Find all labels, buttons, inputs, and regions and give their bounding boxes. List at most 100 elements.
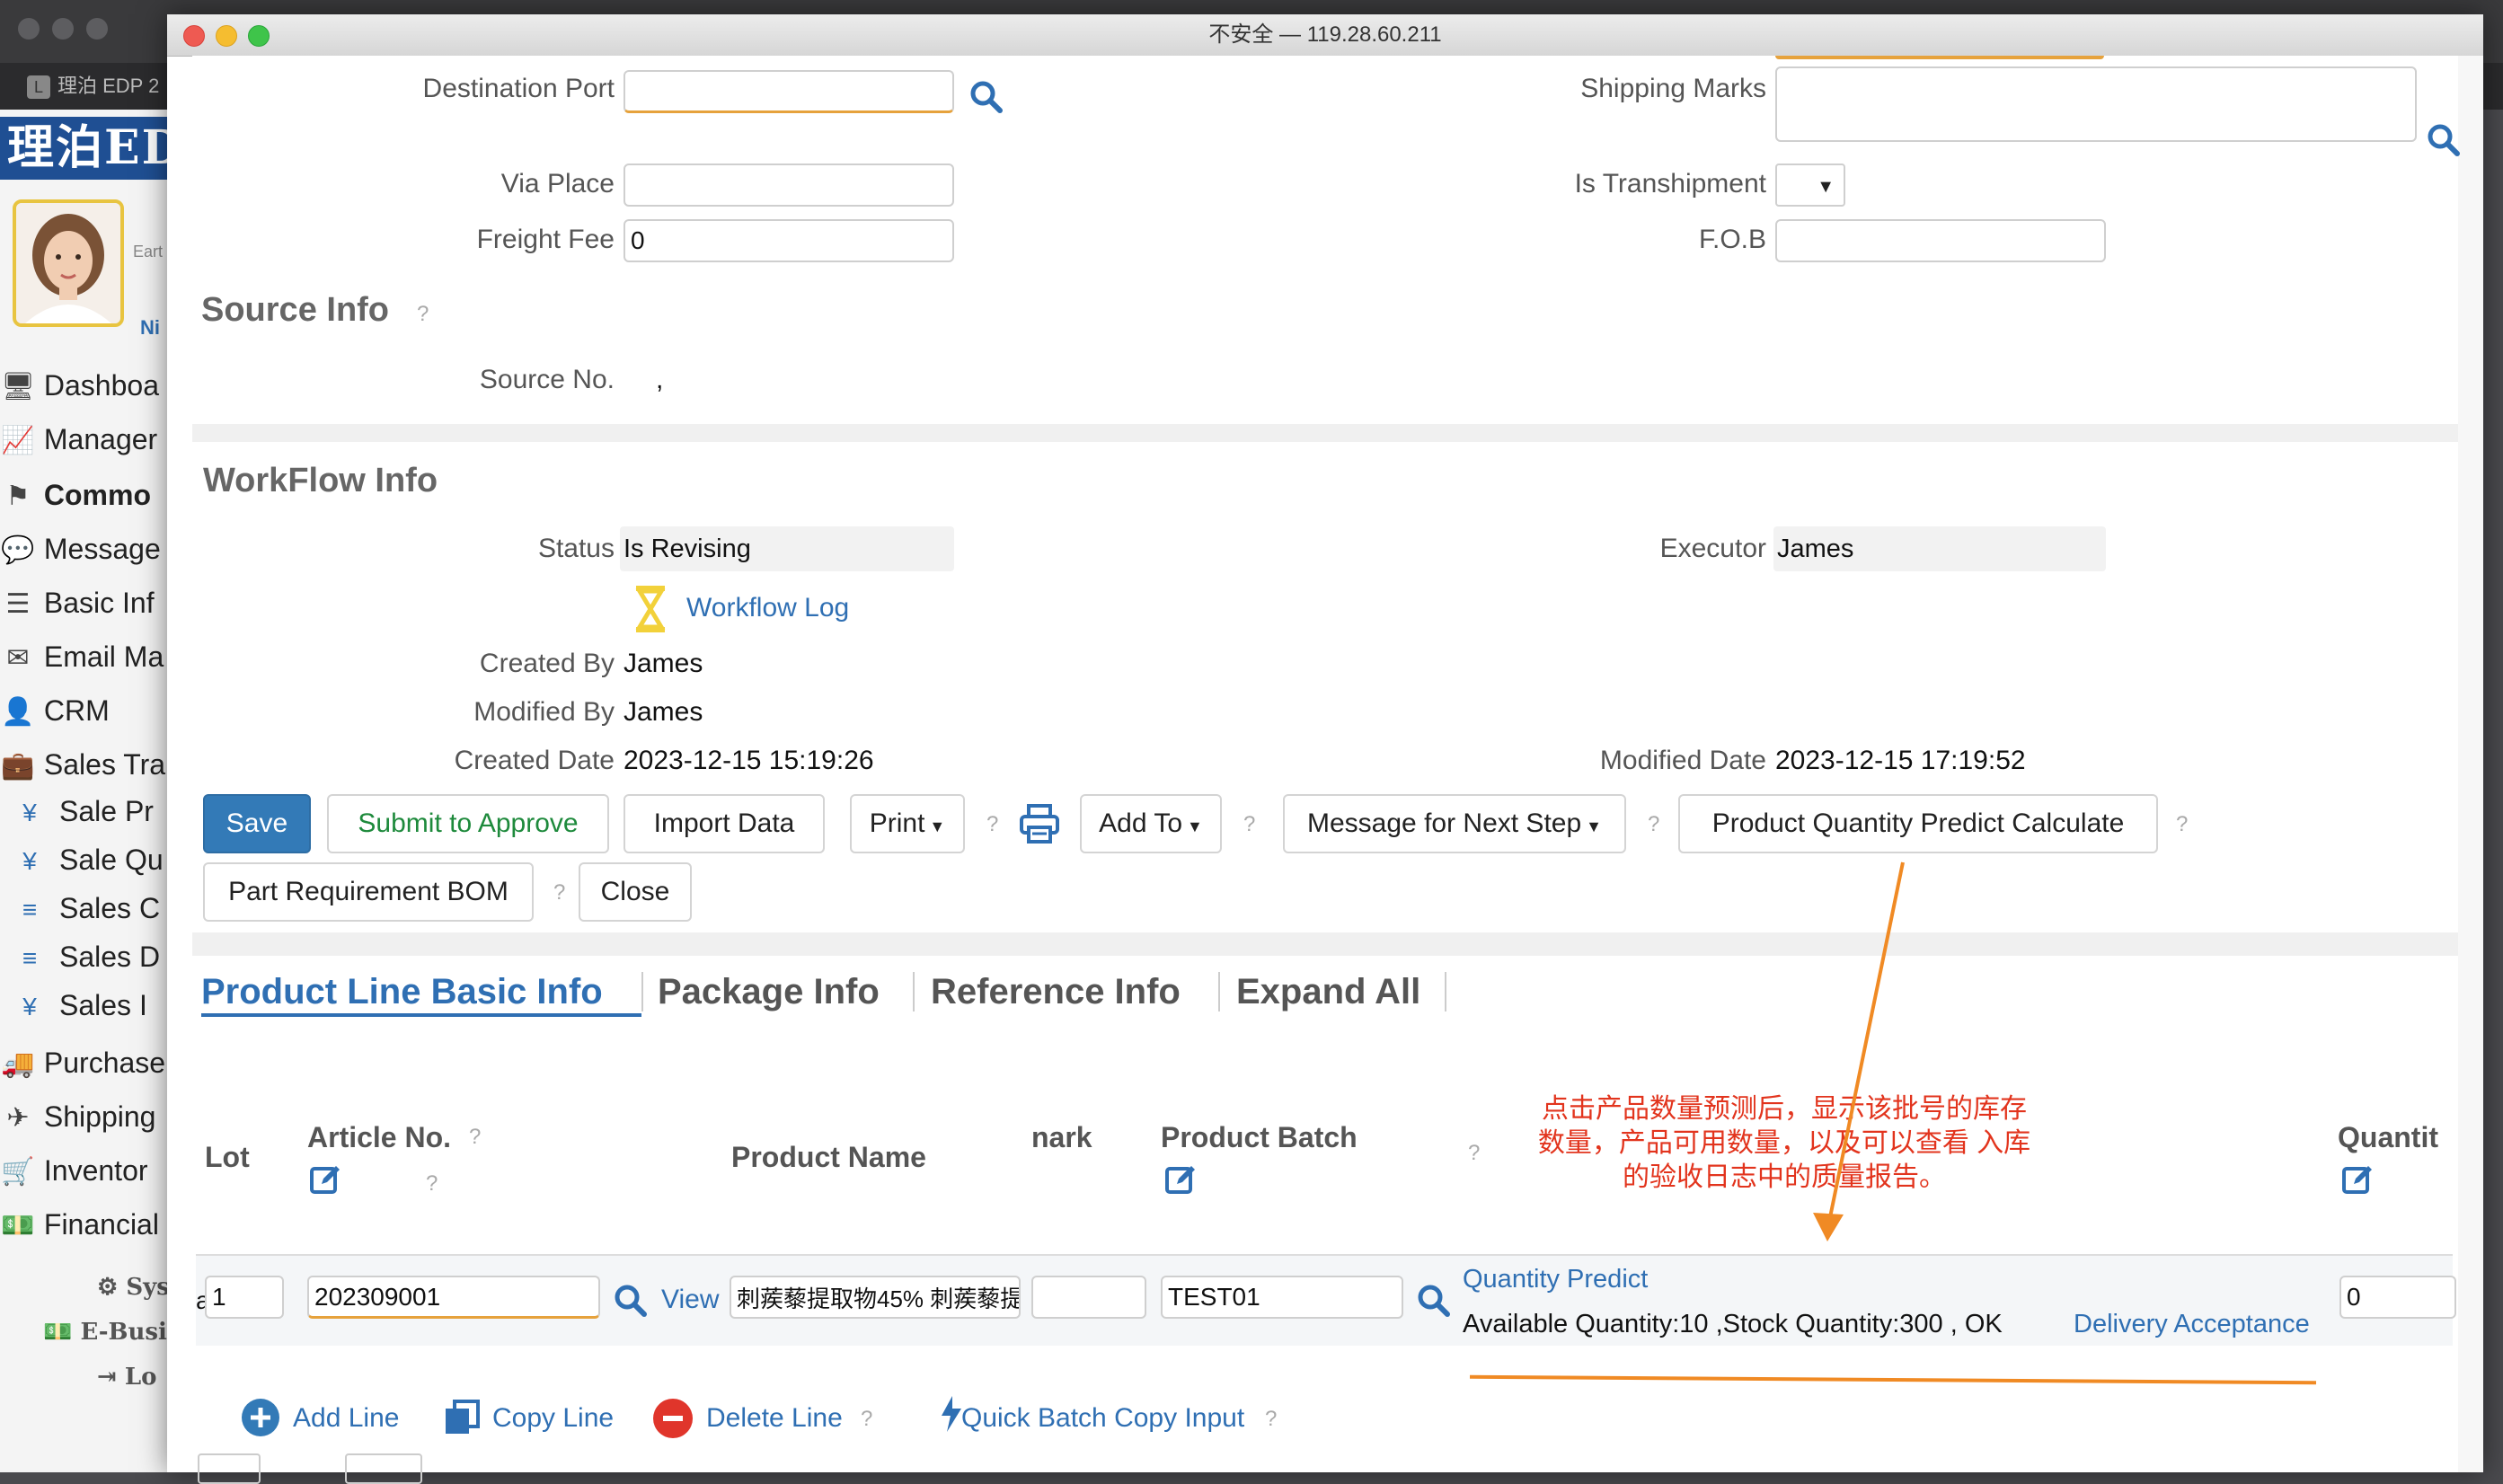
- background-browser-tab[interactable]: L 理泊 EDP 2: [27, 68, 180, 104]
- article-no-input[interactable]: [307, 1276, 600, 1319]
- active-tab-underline: [201, 1013, 641, 1017]
- close-button[interactable]: Close: [579, 862, 692, 922]
- delete-line-link[interactable]: Delete Line: [706, 1403, 843, 1434]
- sidebar-item-inventory[interactable]: 🛒 Inventor: [0, 1146, 180, 1195]
- product-batch-help[interactable]: ?: [1468, 1141, 1480, 1166]
- tab-product-line-basic-info[interactable]: Product Line Basic Info: [201, 972, 603, 1012]
- part-requirement-bom-button[interactable]: Part Requirement BOM: [203, 862, 534, 922]
- column-header-mark: nark: [1031, 1121, 1092, 1153]
- annotation-arrow: [1813, 861, 1905, 1241]
- edit-icon[interactable]: [309, 1162, 343, 1197]
- message-help[interactable]: ?: [1648, 812, 1659, 837]
- import-data-button[interactable]: Import Data: [624, 794, 825, 853]
- add-line-link[interactable]: Add Line: [293, 1403, 399, 1434]
- sidebar-subitem-sales-delivery[interactable]: ≡ Sales D: [0, 932, 180, 981]
- sidebar-item-logout[interactable]: ⇥ Lo: [97, 1364, 156, 1391]
- printer-icon[interactable]: [1019, 803, 1060, 844]
- sidebar-item-dashboard[interactable]: 🖥 Dashboa: [0, 361, 180, 410]
- is-transhipment-select[interactable]: ▼: [1775, 163, 1845, 207]
- product-batch-input[interactable]: [1161, 1276, 1403, 1319]
- page-size-select[interactable]: [345, 1453, 422, 1484]
- sidebar-subitem-sales-invoice[interactable]: ¥ Sales I: [0, 981, 180, 1029]
- view-link[interactable]: View: [661, 1285, 719, 1315]
- bom-help[interactable]: ?: [553, 880, 565, 905]
- delete-line-icon[interactable]: [652, 1398, 694, 1439]
- freight-fee-input[interactable]: [624, 219, 954, 262]
- delivery-acceptance-link[interactable]: Delivery Acceptance: [2074, 1310, 2310, 1339]
- edit-icon[interactable]: [2341, 1162, 2375, 1197]
- sidebar-item-email[interactable]: ✉ Email Ma: [0, 632, 180, 681]
- destination-port-input[interactable]: [624, 70, 954, 113]
- mark-input[interactable]: [1031, 1276, 1146, 1319]
- search-icon[interactable]: [968, 79, 1004, 115]
- sidebar-item-sales-trade[interactable]: 💼 Sales Tra: [0, 740, 180, 789]
- search-icon[interactable]: [1416, 1283, 1452, 1319]
- add-to-help[interactable]: ?: [1243, 812, 1255, 837]
- quick-batch-help[interactable]: ?: [1265, 1407, 1277, 1432]
- edit-icon[interactable]: [1164, 1162, 1198, 1197]
- freight-fee-label: Freight Fee: [476, 225, 615, 254]
- print-help[interactable]: ?: [986, 812, 998, 837]
- product-quantity-predict-button[interactable]: Product Quantity Predict Calculate: [1678, 794, 2158, 853]
- sidebar-item-message[interactable]: 💬 Message: [0, 525, 180, 573]
- add-to-dropdown-button[interactable]: Add To ▼: [1080, 794, 1222, 853]
- availability-text: Available Quantity:10 ,Stock Quantity:30…: [1463, 1310, 2003, 1338]
- sidebar-item-financial[interactable]: 💵 Financial: [0, 1200, 180, 1249]
- shipping-marks-textarea[interactable]: [1775, 66, 2417, 142]
- source-info-help[interactable]: ?: [417, 302, 429, 327]
- gear-icon: ⚙: [97, 1274, 119, 1301]
- section-divider: [192, 424, 2458, 442]
- zoom-window-icon[interactable]: [248, 25, 270, 47]
- product-name-input[interactable]: 刺蒺藜提取物45% 刺蒺藜提取物: [730, 1276, 1021, 1319]
- tab-separator: [1218, 972, 1220, 1011]
- article-no-help[interactable]: ?: [469, 1125, 481, 1150]
- pagination-select[interactable]: [198, 1453, 261, 1484]
- tab-package-info[interactable]: Package Info: [658, 972, 880, 1012]
- envelope-icon: ✉: [6, 643, 30, 673]
- copy-icon[interactable]: [444, 1400, 480, 1435]
- message-next-step-button[interactable]: Message for Next Step ▼: [1283, 794, 1626, 853]
- sidebar-item-crm[interactable]: 👤 CRM: [0, 686, 180, 735]
- submit-to-approve-button[interactable]: Submit to Approve: [327, 794, 609, 853]
- sidebar-item-manager[interactable]: 📈 Manager: [0, 415, 180, 464]
- product-predict-help[interactable]: ?: [2176, 812, 2188, 837]
- scrollbar[interactable]: [2458, 56, 2483, 1472]
- via-place-input[interactable]: [624, 163, 954, 207]
- print-dropdown-button[interactable]: Print ▼: [850, 794, 965, 853]
- sidebar-item-basic-info[interactable]: ☰ Basic Inf: [0, 579, 180, 627]
- fob-input[interactable]: [1775, 219, 2106, 262]
- quick-batch-copy-input-link[interactable]: Quick Batch Copy Input: [961, 1403, 1244, 1434]
- sidebar-item-e-business[interactable]: 💵 E-Busi: [43, 1319, 167, 1346]
- quantity-input[interactable]: [2339, 1276, 2456, 1319]
- minimize-window-icon[interactable]: [216, 25, 237, 47]
- sidebar-user-name[interactable]: Ni: [140, 316, 160, 340]
- sidebar-subitem-sales-contract[interactable]: ≡ Sales C: [0, 884, 180, 932]
- bg-minimize-dot: [52, 18, 74, 40]
- hourglass-icon: [635, 586, 666, 632]
- tab-expand-all[interactable]: Expand All: [1236, 972, 1420, 1012]
- sidebar-subitem-sale-price[interactable]: ¥ Sale Pr: [0, 787, 180, 835]
- sidebar-item-system[interactable]: ⚙ Sys: [97, 1274, 170, 1301]
- quantity-predict-link[interactable]: Quantity Predict: [1463, 1265, 1648, 1294]
- tab-reference-info[interactable]: Reference Info: [931, 972, 1181, 1012]
- save-button[interactable]: Save: [203, 794, 311, 853]
- delete-line-help[interactable]: ?: [861, 1407, 872, 1432]
- search-icon[interactable]: [613, 1283, 649, 1319]
- workflow-log-link[interactable]: Workflow Log: [686, 593, 849, 623]
- column-header-lot: Lot: [205, 1141, 250, 1173]
- window-titlebar[interactable]: 不安全 — 119.28.60.211: [167, 14, 2483, 57]
- avatar[interactable]: [13, 199, 124, 327]
- add-line-icon[interactable]: [241, 1398, 280, 1437]
- close-window-icon[interactable]: [183, 25, 205, 47]
- logout-icon: ⇥: [97, 1364, 117, 1391]
- lot-input[interactable]: [205, 1276, 284, 1319]
- is-transhipment-label: Is Transhipment: [1574, 169, 1766, 199]
- sidebar-item-common[interactable]: ⚑ Commo: [0, 471, 180, 519]
- tab-separator: [913, 972, 915, 1011]
- sidebar-item-purchase[interactable]: 🚚 Purchase: [0, 1038, 180, 1087]
- copy-line-link[interactable]: Copy Line: [492, 1403, 614, 1434]
- shipping-marks-search-icon[interactable]: [2426, 122, 2462, 158]
- sidebar-item-shipping[interactable]: ✈ Shipping: [0, 1092, 180, 1141]
- article-edit-help[interactable]: ?: [426, 1171, 438, 1197]
- sidebar-subitem-sale-quote[interactable]: ¥ Sale Qu: [0, 835, 180, 884]
